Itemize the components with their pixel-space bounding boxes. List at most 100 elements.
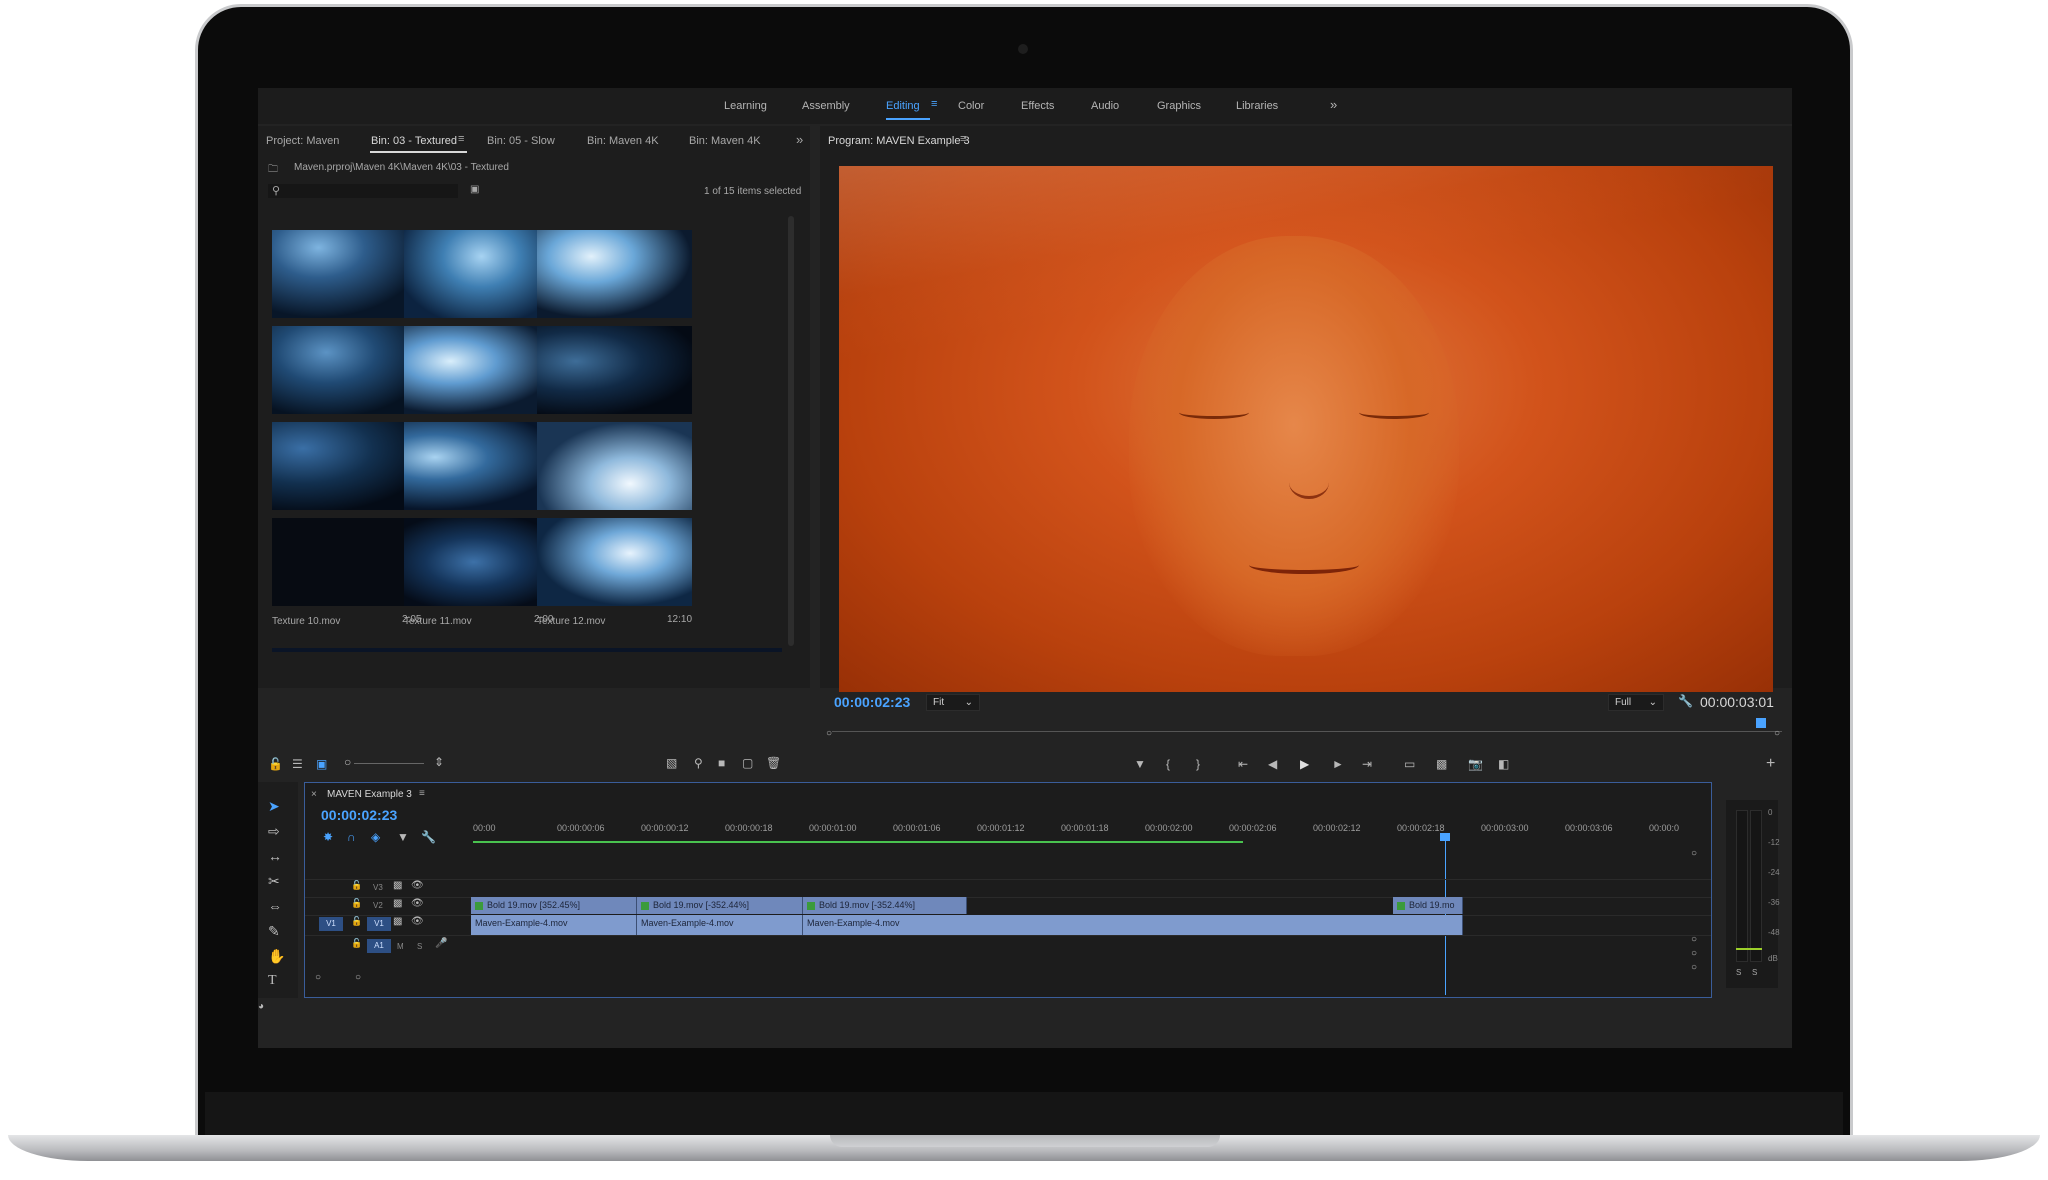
ripple-edit-tool-icon[interactable]: ↔ — [268, 848, 282, 864]
clip-thumbnail[interactable] — [404, 230, 559, 318]
clip-v2[interactable]: Bold 19.mov [-352.44%] — [803, 897, 967, 914]
new-search-bin-icon[interactable]: ▣ — [470, 184, 479, 195]
settings-wrench-icon[interactable]: 🔧 — [1678, 695, 1693, 707]
track-select-tool-icon[interactable]: ⇨ — [268, 823, 280, 840]
track-label-v3[interactable]: V3 — [373, 883, 383, 892]
slip-tool-icon[interactable]: ⇔ — [268, 898, 282, 914]
double-chevron-right-icon[interactable]: » — [1330, 97, 1337, 112]
go-to-in-icon[interactable]: ⇤ — [1238, 758, 1248, 770]
clip-thumbnail[interactable] — [404, 422, 559, 510]
go-to-out-icon[interactable]: ⇥ — [1362, 758, 1372, 770]
sync-lock-icon[interactable]: ▩ — [393, 881, 402, 891]
clip-v1[interactable]: Maven-Example-4.mov — [803, 915, 1463, 935]
vertical-scroll-handle[interactable]: ○ — [1691, 949, 1697, 959]
scroll-handle-right[interactable]: ○ — [355, 973, 361, 983]
clip-v2[interactable]: Bold 19.mov [352.45%] — [471, 897, 637, 914]
add-marker-icon[interactable]: ▼ — [1134, 758, 1146, 770]
mark-out-icon[interactable]: } — [1196, 758, 1200, 770]
find-icon[interactable]: ⚲ — [694, 757, 703, 769]
add-marker-icon[interactable]: ▼ — [397, 831, 409, 843]
vertical-scroll-handle[interactable]: ○ — [1691, 963, 1697, 973]
playhead-timecode[interactable]: 00:00:02:23 — [834, 694, 910, 710]
clip-v1[interactable]: Maven-Example-4.mov — [471, 915, 637, 935]
tab-project-maven[interactable]: Project: Maven — [266, 135, 339, 147]
add-button-icon[interactable]: + — [1766, 756, 1775, 772]
monitor-playhead[interactable] — [1756, 718, 1766, 728]
tab-bin-maven-4k[interactable]: Bin: Maven 4K — [587, 135, 659, 147]
microphone-icon[interactable]: 🎤 — [435, 939, 447, 949]
zoom-slider[interactable] — [354, 763, 424, 764]
search-input[interactable] — [268, 184, 458, 198]
type-tool-icon[interactable]: T — [268, 973, 277, 989]
step-forward-icon[interactable]: ► — [1332, 758, 1344, 770]
new-bin-icon[interactable]: ■ — [718, 757, 725, 769]
playhead-handle[interactable] — [1440, 833, 1450, 841]
ruler-end-handle[interactable]: ○ — [1774, 729, 1780, 739]
panel-menu-icon[interactable]: ≡ — [960, 133, 966, 145]
automate-to-sequence-icon[interactable]: ▧ — [666, 757, 677, 769]
clip-thumbnail[interactable] — [537, 326, 692, 414]
sync-lock-icon[interactable]: ▩ — [393, 917, 402, 927]
new-item-icon[interactable]: ▢ — [742, 757, 753, 769]
play-icon[interactable]: ▶ — [1300, 758, 1309, 770]
list-view-icon[interactable]: ☰ — [292, 758, 303, 770]
selection-tool-icon[interactable]: ➤ — [268, 798, 280, 815]
workspace-tab-editing[interactable]: Editing — [886, 100, 920, 112]
workspace-tab-audio[interactable]: Audio — [1091, 100, 1119, 112]
sync-lock-icon[interactable]: ▩ — [393, 899, 402, 909]
clip-thumbnail[interactable] — [537, 230, 692, 318]
mute-button[interactable]: M — [397, 942, 404, 951]
panel-menu-icon[interactable]: ≡ — [458, 133, 464, 145]
tab-bin-03-textured[interactable]: Bin: 03 - Textured — [371, 135, 457, 147]
lift-icon[interactable]: ▭ — [1404, 758, 1415, 770]
solo-left-button[interactable]: S — [1736, 968, 1741, 977]
tab-bin-05-slow[interactable]: Bin: 05 - Slow — [487, 135, 555, 147]
timeline-timecode[interactable]: 00:00:02:23 — [321, 807, 397, 823]
menu-icon[interactable]: ≡ — [931, 98, 937, 110]
clip-v1[interactable]: Maven-Example-4.mov — [637, 915, 803, 935]
clip-thumbnail[interactable] — [404, 326, 559, 414]
mark-in-icon[interactable]: { — [1166, 758, 1170, 770]
eye-icon[interactable]: 👁 — [411, 899, 424, 909]
vertical-scroll-handle[interactable]: ○ — [1691, 935, 1697, 945]
nest-icon[interactable]: ✸ — [323, 831, 333, 843]
eye-icon[interactable]: 👁 — [411, 917, 424, 927]
video-frame[interactable] — [839, 166, 1773, 692]
step-back-icon[interactable]: ◀ — [1268, 758, 1277, 770]
extract-icon[interactable]: ▩ — [1436, 758, 1447, 770]
monitor-timeline-ruler[interactable] — [832, 722, 1782, 734]
workspace-tab-learning[interactable]: Learning — [724, 100, 767, 112]
zoom-dropdown[interactable]: Fit ⌄ — [926, 694, 980, 711]
clip-thumbnail[interactable] — [537, 422, 692, 510]
workspace-tab-libraries[interactable]: Libraries — [1236, 100, 1278, 112]
icon-view-icon[interactable]: ▣ — [316, 758, 327, 770]
clip-v2[interactable]: Bold 19.mov [-352.44%] — [637, 897, 803, 914]
source-patch-v1[interactable]: V1 — [319, 917, 343, 931]
track-label-v1[interactable]: V1 — [367, 917, 391, 931]
pen-tool-icon[interactable]: ✎ — [268, 923, 280, 940]
linked-selection-icon[interactable]: ◈ — [371, 831, 380, 843]
double-chevron-right-icon[interactable]: » — [796, 132, 803, 147]
vertical-scroll-handle[interactable]: ○ — [1691, 849, 1697, 859]
solo-right-button[interactable]: S — [1752, 968, 1757, 977]
camera-icon[interactable]: 📷 — [1468, 758, 1483, 770]
program-monitor-title[interactable]: Program: MAVEN Example 3 — [828, 135, 970, 147]
settings-wrench-icon[interactable]: 🔧 — [421, 831, 436, 843]
snap-magnet-icon[interactable]: ∩ — [347, 831, 356, 843]
track-lock-icon[interactable]: 🔓 — [351, 881, 362, 890]
close-icon[interactable]: × — [311, 789, 317, 800]
track-label-v2[interactable]: V2 — [373, 901, 383, 910]
scroll-handle-left[interactable]: ○ — [315, 973, 321, 983]
comparison-view-icon[interactable]: ◧ — [1498, 758, 1509, 770]
workspace-tab-color[interactable]: Color — [958, 100, 984, 112]
resolution-dropdown[interactable]: Full ⌄ — [1608, 694, 1664, 711]
sequence-tab[interactable]: MAVEN Example 3 — [327, 789, 412, 800]
tab-bin-maven-4k-2[interactable]: Bin: Maven 4K — [689, 135, 761, 147]
track-lock-icon[interactable]: 🔓 — [351, 917, 362, 926]
eye-icon[interactable]: 👁 — [411, 881, 424, 891]
clip-thumbnail[interactable] — [537, 518, 692, 606]
track-label-a1[interactable]: A1 — [367, 939, 391, 953]
ruler-start-handle[interactable]: ○ — [826, 729, 832, 739]
workspace-tab-effects[interactable]: Effects — [1021, 100, 1054, 112]
hand-tool-icon[interactable]: ✋ — [268, 948, 285, 965]
